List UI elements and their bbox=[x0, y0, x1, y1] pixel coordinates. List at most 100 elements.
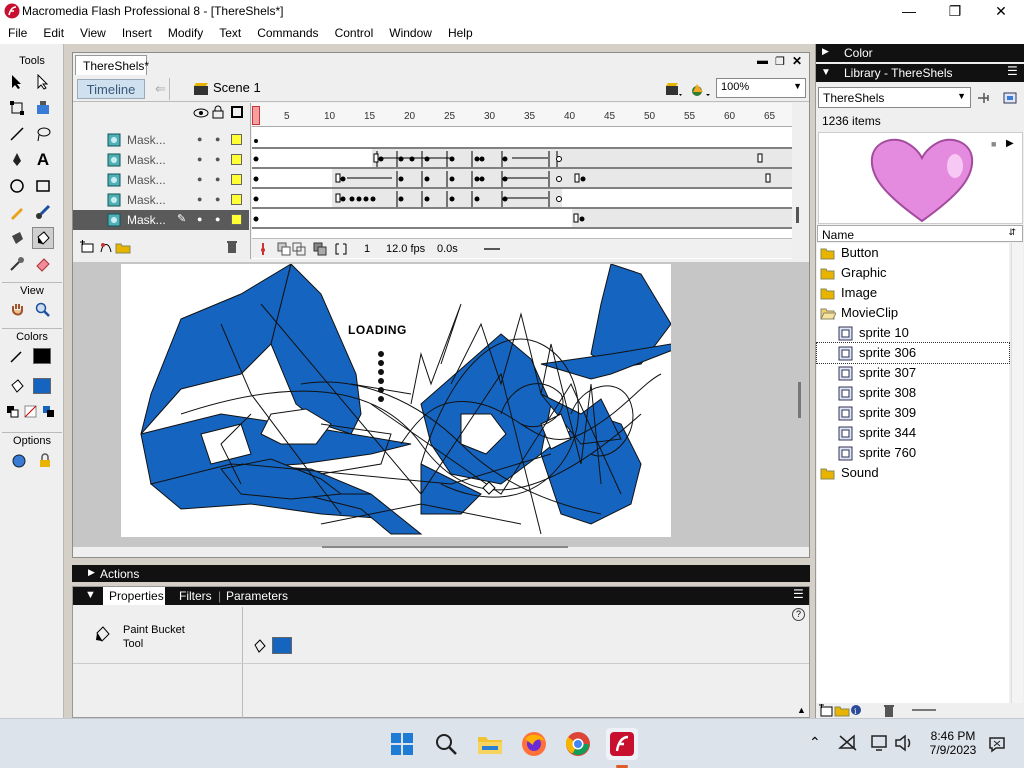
swap-colors-icon[interactable] bbox=[40, 401, 58, 423]
lock-icon[interactable] bbox=[212, 105, 224, 119]
sort-icon[interactable]: ⇵ bbox=[1008, 227, 1016, 238]
doc-close-icon[interactable]: ✕ bbox=[792, 54, 802, 68]
collapse-panel-icon[interactable]: ▲ bbox=[797, 705, 806, 715]
library-item[interactable]: sprite 309 bbox=[817, 403, 1009, 423]
doc-minimize-icon[interactable]: ▬ bbox=[757, 55, 768, 67]
menu-window[interactable]: Window bbox=[381, 26, 440, 40]
clock[interactable]: 8:46 PM 7/9/2023 bbox=[924, 729, 982, 757]
free-transform-icon[interactable] bbox=[6, 97, 28, 119]
menu-modify[interactable]: Modify bbox=[160, 26, 211, 40]
layer-row-selected[interactable]: Mask... ✎ ● ● bbox=[73, 210, 249, 230]
firefox-icon[interactable] bbox=[518, 728, 550, 760]
volume-icon[interactable] bbox=[894, 734, 914, 752]
ink-bottle-icon[interactable] bbox=[6, 227, 28, 249]
library-item[interactable]: sprite 10 bbox=[817, 323, 1009, 343]
timeline-scrollbar[interactable] bbox=[796, 207, 799, 223]
layer-row[interactable]: Mask... ● ● bbox=[73, 170, 249, 190]
onion-skin-icon[interactable] bbox=[277, 242, 291, 256]
library-folder[interactable]: MovieClip bbox=[817, 303, 1009, 323]
library-item[interactable]: sprite 308 bbox=[817, 383, 1009, 403]
layer-row[interactable]: Mask... ● ● bbox=[73, 130, 249, 150]
fill-color-swatch[interactable] bbox=[33, 378, 51, 394]
layer-row[interactable]: Mask... ● ● bbox=[73, 150, 249, 170]
properties-icon[interactable]: i bbox=[850, 704, 862, 717]
search-icon[interactable] bbox=[430, 728, 462, 760]
document-tab[interactable]: ThereShels* bbox=[75, 55, 149, 75]
zoom-select[interactable]: 100% ▼ bbox=[716, 78, 806, 98]
hand-tool-icon[interactable] bbox=[6, 299, 28, 321]
modify-onion-markers-icon[interactable] bbox=[334, 242, 348, 256]
stop-preview-icon[interactable]: ■ bbox=[991, 139, 996, 149]
chevron-up-icon[interactable]: ⌃ bbox=[809, 734, 821, 751]
pin-library-icon[interactable] bbox=[976, 90, 994, 106]
stage-hscroll[interactable] bbox=[322, 546, 568, 548]
menu-insert[interactable]: Insert bbox=[114, 26, 160, 40]
stage-vscroll[interactable] bbox=[798, 382, 801, 418]
timeline-hscroll[interactable] bbox=[484, 248, 500, 250]
display-icon[interactable] bbox=[870, 734, 890, 752]
delete-icon[interactable] bbox=[882, 704, 896, 717]
text-tool-icon[interactable]: A bbox=[32, 149, 54, 171]
maximize-icon[interactable]: ❐ bbox=[932, 0, 978, 22]
notification-icon[interactable] bbox=[988, 735, 1006, 753]
pen-tool-icon[interactable] bbox=[6, 149, 28, 171]
new-symbol-icon[interactable] bbox=[818, 704, 834, 717]
library-panel-header[interactable]: ▼ Library - ThereShels ☰ bbox=[816, 64, 1024, 82]
close-icon[interactable]: ✕ bbox=[978, 0, 1024, 22]
windows-start-icon[interactable] bbox=[386, 728, 418, 760]
menu-edit[interactable]: Edit bbox=[35, 26, 72, 40]
library-folder[interactable]: Graphic bbox=[817, 263, 1009, 283]
collapse-arrow-icon[interactable]: ▼ bbox=[85, 589, 96, 601]
brush-tool-icon[interactable] bbox=[32, 201, 54, 223]
file-explorer-icon[interactable] bbox=[474, 728, 506, 760]
eyedropper-tool-icon[interactable] bbox=[6, 253, 28, 275]
menu-file[interactable]: File bbox=[0, 26, 35, 40]
insert-folder-icon[interactable] bbox=[115, 240, 131, 254]
flash-taskbar-icon[interactable] bbox=[606, 728, 638, 760]
eye-icon[interactable] bbox=[193, 107, 209, 119]
play-preview-icon[interactable]: ▶ bbox=[1006, 138, 1014, 149]
insert-layer-icon[interactable] bbox=[79, 240, 95, 254]
subselection-tool-icon[interactable] bbox=[32, 71, 54, 93]
actions-panel-header[interactable]: ▶ Actions bbox=[72, 565, 810, 582]
properties-fill-swatch[interactable] bbox=[272, 637, 292, 654]
lock-fill-icon[interactable] bbox=[34, 450, 56, 472]
layer-row[interactable]: Mask... ● ● bbox=[73, 190, 249, 210]
library-folder[interactable]: Button bbox=[817, 243, 1009, 263]
gap-size-icon[interactable] bbox=[8, 450, 30, 472]
panel-menu-icon[interactable]: ☰ bbox=[793, 587, 804, 601]
doc-restore-icon[interactable]: ❐ bbox=[775, 55, 785, 68]
frame-ruler[interactable]: 1 5 10 15 20 25 30 35 40 45 50 55 60 65 bbox=[252, 103, 792, 127]
library-scrollbar[interactable] bbox=[1011, 243, 1023, 703]
edit-multiple-frames-icon[interactable] bbox=[313, 242, 327, 256]
zoom-tool-icon[interactable] bbox=[32, 299, 54, 321]
eraser-tool-icon[interactable] bbox=[32, 253, 54, 275]
menu-control[interactable]: Control bbox=[327, 26, 382, 40]
frame-rate[interactable]: 12.0 fps bbox=[386, 243, 425, 255]
no-color-icon[interactable] bbox=[22, 401, 40, 423]
center-frame-icon[interactable] bbox=[258, 242, 268, 256]
pencil-tool-icon[interactable] bbox=[6, 201, 28, 223]
library-resize-handle[interactable] bbox=[912, 709, 936, 711]
tab-filters[interactable]: Filters bbox=[179, 589, 212, 603]
new-folder-icon[interactable] bbox=[834, 704, 850, 717]
timeline-frames[interactable]: 1 5 10 15 20 25 30 35 40 45 50 55 60 65 bbox=[252, 103, 792, 259]
library-folder[interactable]: Image bbox=[817, 283, 1009, 303]
library-folder[interactable]: Sound bbox=[817, 463, 1009, 483]
library-item[interactable]: sprite 760 bbox=[817, 443, 1009, 463]
panel-menu-icon[interactable]: ☰ bbox=[1007, 64, 1018, 78]
edit-symbols-icon[interactable] bbox=[691, 82, 711, 98]
oval-tool-icon[interactable] bbox=[6, 175, 28, 197]
fill-transform-icon[interactable] bbox=[32, 97, 54, 119]
stroke-color-swatch[interactable] bbox=[33, 348, 51, 364]
tab-parameters[interactable]: Parameters bbox=[226, 589, 288, 603]
menu-view[interactable]: View bbox=[72, 26, 114, 40]
menu-commands[interactable]: Commands bbox=[249, 26, 326, 40]
outline-icon[interactable] bbox=[231, 106, 243, 118]
chrome-icon[interactable] bbox=[562, 728, 594, 760]
edit-scene-icon[interactable] bbox=[665, 82, 683, 98]
network-disconnected-icon[interactable] bbox=[838, 734, 858, 752]
library-item[interactable]: sprite 306 bbox=[816, 342, 1010, 364]
add-motion-guide-icon[interactable] bbox=[99, 240, 113, 254]
timeline-button[interactable]: Timeline bbox=[77, 79, 145, 99]
